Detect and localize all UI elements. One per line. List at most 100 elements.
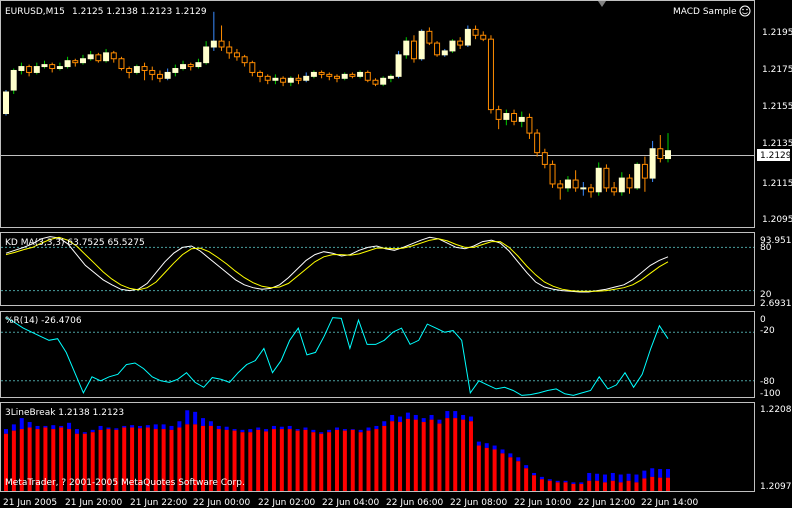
shift-marker-icon[interactable] (598, 1, 606, 7)
indicator-line (5, 317, 669, 396)
linebreak-down-bar (595, 480, 600, 491)
candle-body (618, 177, 625, 193)
linebreak-down-bar (476, 445, 481, 491)
linebreak-down-bar (350, 429, 355, 491)
linebreak-down-bar (626, 480, 631, 491)
candle-body (257, 71, 264, 77)
candle-body (26, 66, 33, 73)
linebreak-up-bar (476, 441, 481, 446)
time-tick: 21 Jun 20:00 (65, 498, 122, 508)
wpr-scale-label: -20 (760, 326, 775, 336)
candle-body (249, 62, 256, 73)
stoch-label: KD MA(3,3,3) 63.7525 65.5275 (5, 238, 145, 248)
linebreak-down-bar (390, 421, 395, 491)
candle-body (56, 66, 63, 70)
linebreak-down-bar (437, 423, 442, 491)
linebreak-up-bar (595, 473, 600, 481)
candle-body (295, 77, 302, 81)
candle-body (187, 64, 194, 68)
linebreak-up-bar (508, 453, 513, 458)
linebreak-up-bar (547, 479, 552, 481)
linebreak-up-bar (256, 427, 261, 430)
linebreak-up-bar (358, 429, 363, 433)
linebreak-up-bar (610, 472, 615, 481)
price-panel-frame (0, 0, 755, 228)
linebreak-up-bar (437, 419, 442, 424)
linebreak-down-bar (453, 418, 458, 491)
candle-body (418, 30, 425, 60)
candle-body (118, 58, 125, 70)
time-tick: 22 Jun 04:00 (322, 498, 379, 508)
candle-body (203, 46, 210, 64)
price-tick: 1.2155 (762, 102, 792, 112)
linebreak-down-bar (650, 476, 655, 491)
price-tick: 1.2195 (762, 28, 792, 38)
linebreak-up-bar (666, 469, 670, 478)
time-tick: 22 Jun 00:00 (193, 498, 250, 508)
linebreak-up-bar (342, 429, 347, 431)
williams-layer (1, 317, 754, 396)
linebreak-up-bar (516, 457, 521, 462)
candle-body (441, 50, 448, 56)
linebreak-up-bar (114, 428, 119, 430)
candle-body (10, 69, 17, 91)
linebreak-up-bar (264, 429, 269, 432)
linebreak-down-bar (311, 432, 316, 491)
candle-body (72, 60, 79, 64)
linebreak-up-bar (350, 429, 355, 430)
candle-body (595, 167, 602, 193)
candle-body (580, 187, 587, 190)
candle-body (457, 40, 464, 46)
candle-body (403, 40, 410, 56)
linebreak-up-bar (445, 411, 450, 419)
linebreak-up-bar (106, 427, 111, 430)
linebreak-down-bar (327, 432, 332, 491)
candle-body (487, 38, 494, 111)
linebreak-up-bar (405, 412, 410, 419)
candle-body (641, 163, 648, 179)
linebreak-up-bar (429, 414, 434, 420)
linebreak-down-bar (468, 421, 473, 491)
smiley-icon[interactable] (739, 5, 751, 17)
time-tick: 22 Jun 06:00 (386, 498, 443, 508)
candle-body (280, 77, 287, 83)
candle-body (549, 163, 556, 185)
candle-body (141, 66, 148, 71)
candle-body (133, 66, 140, 73)
candle-body (164, 71, 171, 79)
linebreak-up-bar (43, 425, 48, 428)
candle-body (557, 183, 564, 189)
linebreak-up-bar (421, 418, 426, 423)
candle-body (349, 73, 356, 77)
candle-body (110, 52, 117, 60)
linebreak-down-bar (500, 453, 505, 491)
linebreak-up-bar (74, 429, 79, 434)
price-tick: 1.2115 (762, 179, 792, 189)
linebreak-down-bar (382, 425, 387, 491)
linebreak-down-bar (571, 483, 576, 491)
linebreak-down-bar (618, 482, 623, 491)
header-symbol: EURUSD,M15 (5, 7, 65, 17)
linebreak-up-bar (571, 482, 576, 484)
linebreak-down-bar (658, 477, 663, 491)
candle-body (226, 46, 233, 54)
chart-canvas[interactable]: EURUSD,M15 1.2125 1.2138 1.2123 1.2129 M… (0, 0, 792, 508)
time-tick: 21 Jun 22:00 (130, 498, 187, 508)
linebreak-down-bar (413, 419, 418, 491)
candle-body (303, 75, 310, 81)
candle-body (380, 77, 387, 85)
linebreak-up-bar (413, 414, 418, 420)
price-tick: 1.2095 (762, 215, 792, 225)
linebreak-down-bar (445, 418, 450, 491)
candle-body (395, 54, 402, 77)
linebreak-up-bar (295, 429, 300, 431)
linebreak-down-bar (342, 430, 347, 491)
linebreak-up-bar (193, 411, 198, 425)
linebreak-up-bar (539, 476, 544, 480)
linebreak-up-bar (82, 432, 87, 434)
linebreak-down-bar (429, 419, 434, 491)
linebreak-down-bar (303, 429, 308, 491)
linebreak-down-bar (405, 418, 410, 491)
linebreak-up-bar (650, 468, 655, 477)
candle-body (364, 71, 371, 81)
